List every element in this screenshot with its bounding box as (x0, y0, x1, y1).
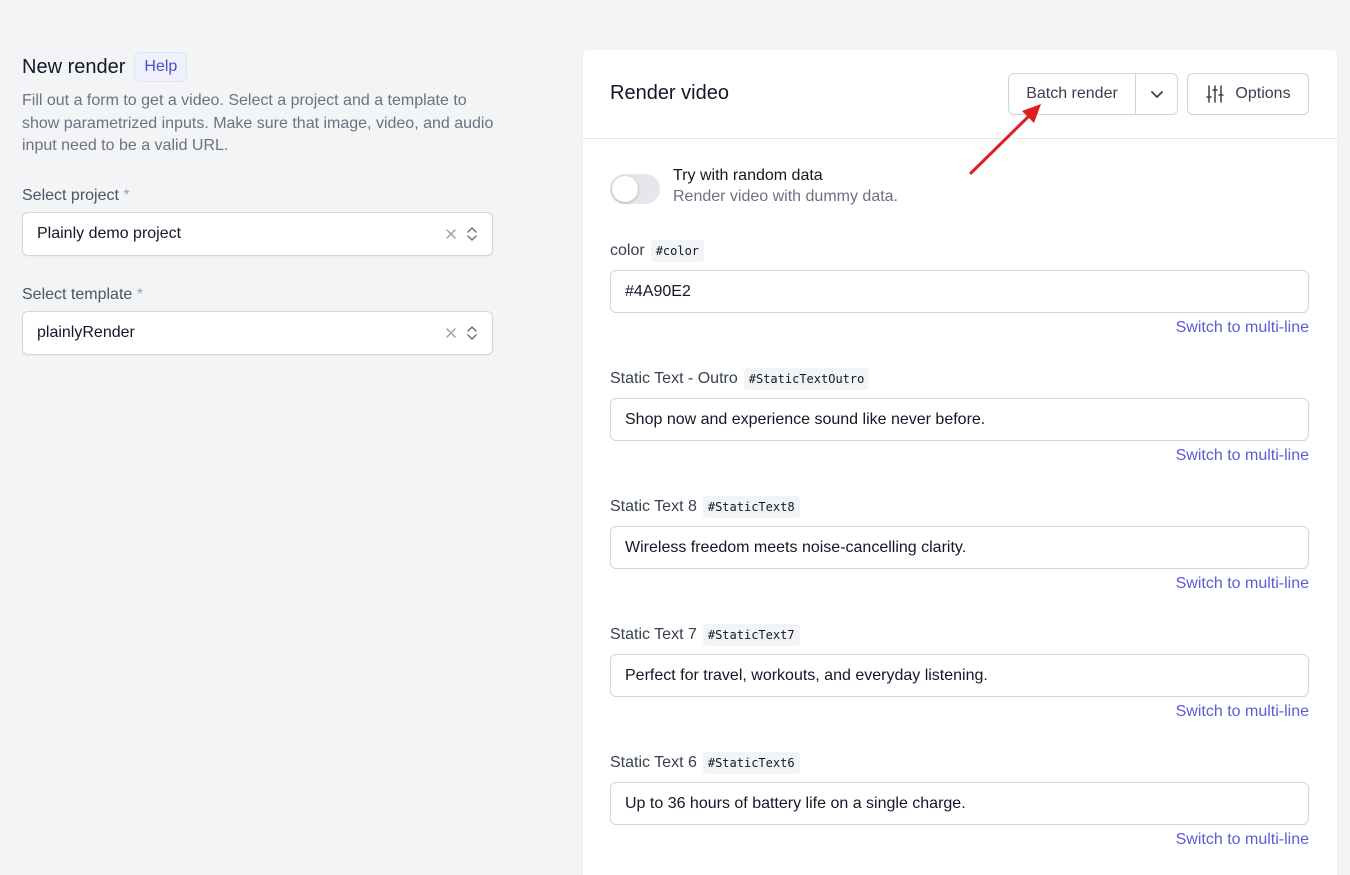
project-field: Select project * Plainly demo project (22, 187, 494, 256)
batch-render-button-group: Batch render (1008, 73, 1178, 115)
param-key: #StaticTextOutro (743, 368, 870, 390)
param-name: color (610, 242, 645, 259)
chevron-down-icon (1150, 91, 1163, 98)
param-key: #color (650, 240, 705, 262)
render-page: New render Help Fill out a form to get a… (0, 0, 1350, 875)
clear-icon[interactable] (444, 227, 458, 241)
param-name: Static Text - Outro (610, 370, 738, 387)
param-input[interactable]: #4A90E2 (610, 270, 1309, 313)
param-label: Static Text 7 #StaticText7 (610, 622, 1309, 648)
options-button[interactable]: Options (1187, 73, 1309, 115)
clear-icon[interactable] (444, 326, 458, 340)
render-panel: Render video Batch render Options Try wi… (583, 50, 1337, 875)
switch-multiline-link[interactable]: Switch to multi-line (610, 319, 1309, 337)
param-name: Static Text 6 (610, 754, 697, 771)
switch-multiline-link[interactable]: Switch to multi-line (610, 831, 1309, 849)
param-input[interactable]: Shop now and experience sound like never… (610, 398, 1309, 441)
help-button[interactable]: Help (134, 52, 188, 82)
param-input[interactable]: Wireless freedom meets noise-cancelling … (610, 526, 1309, 569)
options-label: Options (1235, 85, 1291, 102)
param-label: color #color (610, 238, 1309, 264)
param-key: #StaticText7 (702, 624, 800, 646)
param-name: Static Text 7 (610, 626, 697, 643)
param-name: Static Text 8 (610, 498, 697, 515)
param-color: color #color #4A90E2 Switch to multi-lin… (610, 238, 1309, 337)
chevron-up-down-icon[interactable] (466, 324, 478, 342)
param-static-text-6: Static Text 6 #StaticText6 Up to 36 hour… (610, 750, 1309, 849)
param-key: #StaticText6 (702, 752, 800, 774)
template-label: Select template * (22, 285, 143, 303)
left-column: New render Help Fill out a form to get a… (22, 52, 494, 355)
panel-title: Render video (610, 82, 729, 104)
required-mark: * (123, 186, 130, 204)
random-data-text: Try with random data Render video with d… (673, 166, 898, 208)
param-label: Static Text - Outro #StaticTextOutro (610, 366, 1309, 392)
param-input[interactable]: Up to 36 hours of battery life on a sing… (610, 782, 1309, 825)
chevron-up-down-icon[interactable] (466, 225, 478, 243)
switch-multiline-link[interactable]: Switch to multi-line (610, 575, 1309, 593)
project-select[interactable]: Plainly demo project (22, 211, 493, 256)
page-description: Fill out a form to get a video. Select a… (22, 92, 494, 154)
param-static-text-7: Static Text 7 #StaticText7 Perfect for t… (610, 622, 1309, 721)
random-data-toggle[interactable] (610, 174, 660, 204)
param-static-text-8: Static Text 8 #StaticText8 Wireless free… (610, 494, 1309, 593)
param-label: Static Text 8 #StaticText8 (610, 494, 1309, 520)
toggle-knob (612, 176, 638, 202)
random-data-subtitle: Render video with dummy data. (673, 188, 898, 205)
project-select-value: Plainly demo project (37, 224, 182, 242)
batch-render-button[interactable]: Batch render (1009, 74, 1136, 114)
template-select-value: plainlyRender (37, 323, 135, 341)
title-row: New render Help (22, 52, 494, 82)
project-label: Select project * (22, 186, 130, 204)
param-key: #StaticText8 (702, 496, 800, 518)
page-title: New render (22, 55, 126, 78)
required-mark: * (136, 285, 143, 303)
batch-render-dropdown-button[interactable] (1136, 74, 1177, 114)
template-select[interactable]: plainlyRender (22, 310, 493, 355)
param-input[interactable]: Perfect for travel, workouts, and everyd… (610, 654, 1309, 697)
panel-header: Render video Batch render Options (583, 50, 1337, 139)
random-data-title: Try with random data (673, 167, 823, 184)
switch-multiline-link[interactable]: Switch to multi-line (610, 447, 1309, 465)
switch-multiline-link[interactable]: Switch to multi-line (610, 703, 1309, 721)
template-field: Select template * plainlyRender (22, 286, 494, 355)
sliders-icon (1206, 85, 1225, 103)
param-static-text-outro: Static Text - Outro #StaticTextOutro Sho… (610, 366, 1309, 465)
param-label: Static Text 6 #StaticText6 (610, 750, 1309, 776)
random-data-row: Try with random data Render video with d… (610, 166, 898, 208)
